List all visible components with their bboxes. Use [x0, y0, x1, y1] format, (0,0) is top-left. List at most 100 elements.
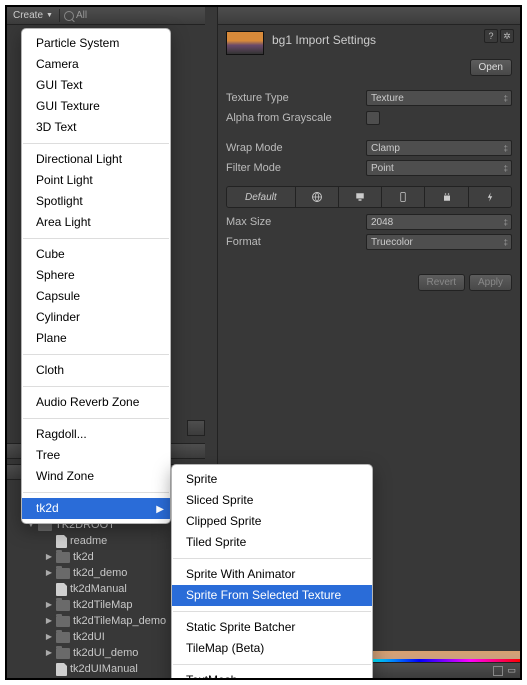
- menu-item[interactable]: 3D Text: [22, 117, 170, 138]
- platform-tab-ios[interactable]: [382, 187, 425, 207]
- tree-item-label: tk2dTileMap: [73, 597, 133, 613]
- disclosure-triangle-icon[interactable]: ▶: [45, 629, 53, 645]
- platform-tab-web[interactable]: [296, 187, 339, 207]
- menu-item[interactable]: Directional Light: [22, 149, 170, 170]
- menu-separator: [23, 143, 169, 144]
- prop-label-filter: Filter Mode: [226, 162, 366, 174]
- alpha-grayscale-checkbox[interactable]: [366, 111, 380, 125]
- menu-separator: [23, 238, 169, 239]
- search-input[interactable]: All: [64, 10, 205, 21]
- apply-button[interactable]: Apply: [469, 274, 512, 291]
- disclosure-triangle-icon[interactable]: ▶: [45, 645, 53, 661]
- folder-icon: [56, 648, 70, 659]
- menu-item[interactable]: GUI Text: [22, 75, 170, 96]
- open-button[interactable]: Open: [470, 59, 512, 76]
- platform-tab-default[interactable]: Default: [227, 187, 296, 207]
- tree-item-label: tk2d_demo: [73, 565, 127, 581]
- prop-label-format: Format: [226, 236, 366, 248]
- menu-separator: [173, 664, 371, 665]
- menu-separator: [173, 611, 371, 612]
- disclosure-triangle-icon[interactable]: ▶: [45, 613, 53, 629]
- tree-item-label: tk2d: [73, 549, 94, 565]
- disclosure-triangle-icon[interactable]: ▶: [45, 549, 53, 565]
- prop-label-maxsize: Max Size: [226, 216, 366, 228]
- wrap-mode-dropdown[interactable]: Clamp‡: [366, 140, 512, 156]
- settings-gear-icon[interactable]: ✲: [500, 29, 514, 43]
- menu-item[interactable]: Sprite: [172, 469, 372, 490]
- menu-item[interactable]: Sprite With Animator: [172, 564, 372, 585]
- tree-item-label: tk2dUI_demo: [73, 645, 138, 661]
- tree-item-label: TK2DTESTS: [55, 677, 119, 680]
- menu-separator: [173, 558, 371, 559]
- menu-item[interactable]: Cylinder: [22, 307, 170, 328]
- folder-icon: [56, 568, 70, 579]
- format-dropdown[interactable]: Truecolor‡: [366, 234, 512, 250]
- menu-item[interactable]: Tree: [22, 445, 170, 466]
- search-placeholder: All: [76, 10, 87, 21]
- menu-item[interactable]: Sphere: [22, 265, 170, 286]
- menu-item[interactable]: Spotlight: [22, 191, 170, 212]
- create-context-menu: Particle SystemCameraGUI TextGUI Texture…: [21, 28, 171, 524]
- menu-item[interactable]: Wind Zone: [22, 466, 170, 487]
- folder-icon: [56, 600, 70, 611]
- filter-mode-dropdown[interactable]: Point‡: [366, 160, 512, 176]
- disclosure-triangle-icon[interactable]: ▶: [27, 677, 35, 680]
- folder-icon: [56, 632, 70, 643]
- tk2d-submenu: SpriteSliced SpriteClipped SpriteTiled S…: [171, 464, 373, 680]
- platform-tab-standalone[interactable]: [339, 187, 382, 207]
- help-icon[interactable]: ?: [484, 29, 498, 43]
- inspector-header: [218, 7, 520, 25]
- disclosure-triangle-icon[interactable]: ▶: [45, 565, 53, 581]
- folder-icon: [56, 552, 70, 563]
- document-icon: [56, 663, 67, 676]
- dropdown-caret-icon: ▼: [46, 12, 53, 19]
- tree-item-label: tk2dUI: [73, 629, 105, 645]
- menu-item[interactable]: Tiled Sprite: [172, 532, 372, 553]
- menu-item[interactable]: Area Light: [22, 212, 170, 233]
- menu-item[interactable]: Particle System: [22, 33, 170, 54]
- menu-item[interactable]: Clipped Sprite: [172, 511, 372, 532]
- prop-label-alpha: Alpha from Grayscale: [226, 112, 366, 124]
- menu-separator: [23, 386, 169, 387]
- menu-item[interactable]: Cube: [22, 244, 170, 265]
- menu-item[interactable]: TextMesh: [172, 670, 372, 680]
- menu-item[interactable]: Cloth: [22, 360, 170, 381]
- menu-item[interactable]: GUI Texture: [22, 96, 170, 117]
- menu-item[interactable]: Plane: [22, 328, 170, 349]
- menu-item-sprite-from-selected-texture[interactable]: Sprite From Selected Texture: [172, 585, 372, 606]
- menu-item[interactable]: Static Sprite Batcher: [172, 617, 372, 638]
- tree-item-label: tk2dManual: [70, 581, 127, 597]
- menu-item-tk2d[interactable]: tk2d▶: [22, 498, 170, 519]
- folder-icon: [38, 680, 52, 681]
- submenu-arrow-icon: ▶: [156, 501, 164, 518]
- create-dropdown[interactable]: Create ▼: [7, 9, 60, 22]
- prop-label-texture-type: Texture Type: [226, 92, 366, 104]
- tree-item-label: tk2dUIManual: [70, 661, 138, 677]
- platform-tab-flash[interactable]: [469, 187, 511, 207]
- preview-rgb-icon[interactable]: [493, 666, 503, 676]
- panel-options-icon[interactable]: [187, 420, 205, 436]
- menu-separator: [23, 418, 169, 419]
- search-icon: [64, 11, 74, 21]
- menu-item[interactable]: Point Light: [22, 170, 170, 191]
- menu-item[interactable]: Audio Reverb Zone: [22, 392, 170, 413]
- create-label: Create: [13, 10, 43, 21]
- disclosure-triangle-icon[interactable]: ▶: [45, 597, 53, 613]
- document-icon: [56, 535, 67, 548]
- menu-item[interactable]: Camera: [22, 54, 170, 75]
- folder-icon: [56, 616, 70, 627]
- asset-thumbnail: [226, 31, 264, 55]
- inspector-title: bg1 Import Settings: [272, 31, 512, 47]
- texture-type-dropdown[interactable]: Texture‡: [366, 90, 512, 106]
- platform-tab-android[interactable]: [425, 187, 468, 207]
- max-size-dropdown[interactable]: 2048‡: [366, 214, 512, 230]
- menu-item[interactable]: Ragdoll...: [22, 424, 170, 445]
- tree-item-label: tk2dTileMap_demo: [73, 613, 166, 629]
- preview-mip-icon[interactable]: ▭: [507, 665, 516, 676]
- menu-item[interactable]: Capsule: [22, 286, 170, 307]
- project-toolbar: Create ▼ All: [7, 7, 205, 25]
- menu-item[interactable]: Sliced Sprite: [172, 490, 372, 511]
- platform-tabs: Default: [226, 186, 512, 208]
- revert-button[interactable]: Revert: [418, 274, 465, 291]
- menu-item[interactable]: TileMap (Beta): [172, 638, 372, 659]
